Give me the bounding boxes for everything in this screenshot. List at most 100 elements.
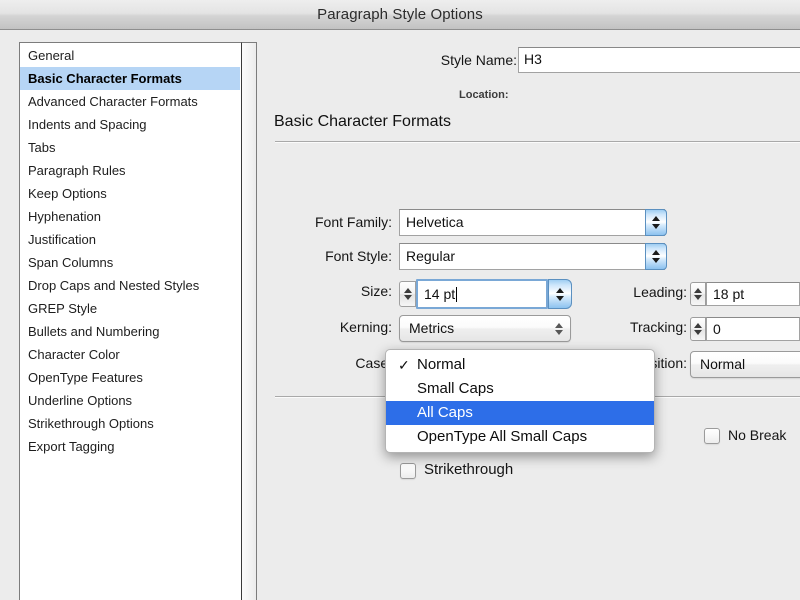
no-break-checkbox[interactable] (704, 428, 720, 444)
sidebar-item-label: Advanced Character Formats (28, 94, 198, 109)
sidebar-item-export-tagging[interactable]: Export Tagging (20, 435, 240, 458)
sidebar-item-label: Export Tagging (28, 439, 115, 454)
font-family-stepper[interactable] (645, 209, 667, 236)
menu-item-label: Small Caps (417, 380, 494, 397)
sidebar-item-tabs[interactable]: Tabs (20, 136, 240, 159)
case-dropdown-menu[interactable]: ✓ Normal Small Caps All Caps OpenType All Sm… (385, 349, 655, 453)
text-caret (456, 287, 458, 302)
size-label: Size: (360, 283, 392, 299)
font-style-label: Font Style: (325, 248, 392, 264)
chevron-down-icon (694, 330, 702, 335)
window-title: Paragraph Style Options (317, 6, 483, 23)
chevron-up-icon (403, 288, 412, 293)
sidebar-item-label: Keep Options (28, 186, 107, 201)
sidebar-item-label: Character Color (28, 347, 120, 362)
dialog-content: General Basic Character Formats Advanced C… (0, 31, 800, 600)
sidebar-item-label: Hyphenation (28, 209, 101, 224)
sidebar-item-label: Strikethrough Options (28, 416, 154, 431)
font-style-input[interactable]: Regular (399, 243, 665, 270)
kerning-value: Metrics (409, 320, 455, 336)
chevron-up-icon (694, 288, 702, 293)
sidebar-item-basic-character-formats[interactable]: Basic Character Formats (20, 67, 240, 90)
sidebar-item-hyphenation[interactable]: Hyphenation (20, 205, 240, 228)
sidebar-item-advanced-character-formats[interactable]: Advanced Character Formats (20, 90, 240, 113)
sidebar-item-indents-and-spacing[interactable]: Indents and Spacing (20, 113, 240, 136)
sidebar-item-label: Basic Character Formats (28, 71, 182, 86)
kerning-dropdown[interactable]: Metrics (399, 315, 571, 342)
no-break-label: No Break (728, 427, 787, 443)
checkmark-icon: ✓ (398, 357, 410, 373)
sidebar-item-label: Paragraph Rules (28, 163, 126, 178)
menu-item-opentype-all-small-caps[interactable]: OpenType All Small Caps (386, 425, 654, 449)
kerning-label: Kerning: (339, 319, 392, 335)
sidebar-item-bullets-and-numbering[interactable]: Bullets and Numbering (20, 320, 240, 343)
font-family-input[interactable]: Helvetica (399, 209, 665, 236)
chevron-down-icon (556, 295, 564, 301)
sidebar-item-underline-options[interactable]: Underline Options (20, 389, 240, 412)
chevron-down-icon (652, 224, 660, 229)
position-dropdown[interactable]: Normal (690, 351, 800, 378)
section-divider (275, 141, 800, 142)
leading-input[interactable]: 18 pt (706, 282, 800, 306)
section-title: Basic Character Formats (274, 113, 451, 130)
sidebar-item-label: Bullets and Numbering (28, 324, 160, 339)
location-label: Location: (459, 89, 509, 101)
sidebar-item-grep-style[interactable]: GREP Style (20, 297, 240, 320)
sidebar-item-character-color[interactable]: Character Color (20, 343, 240, 366)
sidebar-item-label: Indents and Spacing (28, 117, 147, 132)
paragraph-style-options-dialog: Paragraph Style Options General Basic Cha… (0, 0, 800, 600)
options-panel: Style Name: H3 Location: Basic Character… (262, 31, 800, 600)
size-stepper-left[interactable] (399, 281, 416, 307)
tracking-label: Tracking: (629, 319, 687, 335)
menu-item-all-caps[interactable]: All Caps (386, 401, 654, 425)
chevron-down-icon (403, 295, 412, 300)
category-list[interactable]: General Basic Character Formats Advanced C… (19, 42, 257, 600)
font-style-stepper[interactable] (645, 243, 667, 270)
size-input-value: 14 pt (424, 286, 456, 302)
sidebar-item-label: GREP Style (28, 301, 98, 316)
category-list-items: General Basic Character Formats Advanced C… (20, 44, 240, 458)
sidebar-item-paragraph-rules[interactable]: Paragraph Rules (20, 159, 240, 182)
leading-label: Leading: (633, 284, 687, 300)
font-family-label: Font Family: (314, 214, 392, 230)
tracking-input[interactable]: 0 (706, 317, 800, 341)
chevron-up-icon (556, 287, 564, 293)
style-name-label: Style Name: (440, 52, 517, 68)
strikethrough-checkbox[interactable] (400, 463, 416, 479)
category-list-scrollbar[interactable] (241, 42, 257, 600)
window-titlebar[interactable]: Paragraph Style Options (0, 0, 800, 30)
leading-stepper[interactable] (690, 282, 706, 306)
menu-item-small-caps[interactable]: Small Caps (386, 377, 654, 401)
sidebar-item-label: General (28, 48, 75, 63)
strikethrough-label: Strikethrough (424, 461, 514, 478)
size-input[interactable]: 14 pt (416, 279, 548, 309)
menu-item-label: OpenType All Small Caps (417, 428, 588, 445)
case-label: Case: (355, 355, 392, 371)
menu-item-label: All Caps (417, 404, 473, 421)
chevron-down-icon (652, 258, 660, 263)
chevron-up-icon (652, 250, 660, 255)
updown-arrows-icon (555, 322, 563, 335)
sidebar-item-label: Underline Options (28, 393, 133, 408)
sidebar-item-label: Justification (28, 232, 96, 247)
sidebar-item-justification[interactable]: Justification (20, 228, 240, 251)
sidebar-item-opentype-features[interactable]: OpenType Features (20, 366, 240, 389)
sidebar-item-label: Span Columns (28, 255, 114, 270)
menu-item-normal[interactable]: ✓ Normal (386, 353, 654, 377)
size-stepper-right[interactable] (548, 279, 572, 309)
sidebar-item-label: Drop Caps and Nested Styles (28, 278, 200, 293)
sidebar-item-label: OpenType Features (28, 370, 143, 385)
tracking-stepper[interactable] (690, 317, 706, 341)
sidebar-item-strikethrough-options[interactable]: Strikethrough Options (20, 412, 240, 435)
sidebar-item-label: Tabs (28, 140, 56, 155)
chevron-up-icon (694, 323, 702, 328)
position-value: Normal (700, 356, 746, 372)
sidebar-item-general[interactable]: General (20, 44, 240, 67)
menu-item-label: Normal (417, 356, 466, 373)
sidebar-item-drop-caps-and-nested-styles[interactable]: Drop Caps and Nested Styles (20, 274, 240, 297)
style-name-input[interactable]: H3 (518, 47, 800, 73)
chevron-up-icon (652, 216, 660, 221)
sidebar-item-keep-options[interactable]: Keep Options (20, 182, 240, 205)
sidebar-item-span-columns[interactable]: Span Columns (20, 251, 240, 274)
chevron-down-icon (694, 295, 702, 300)
